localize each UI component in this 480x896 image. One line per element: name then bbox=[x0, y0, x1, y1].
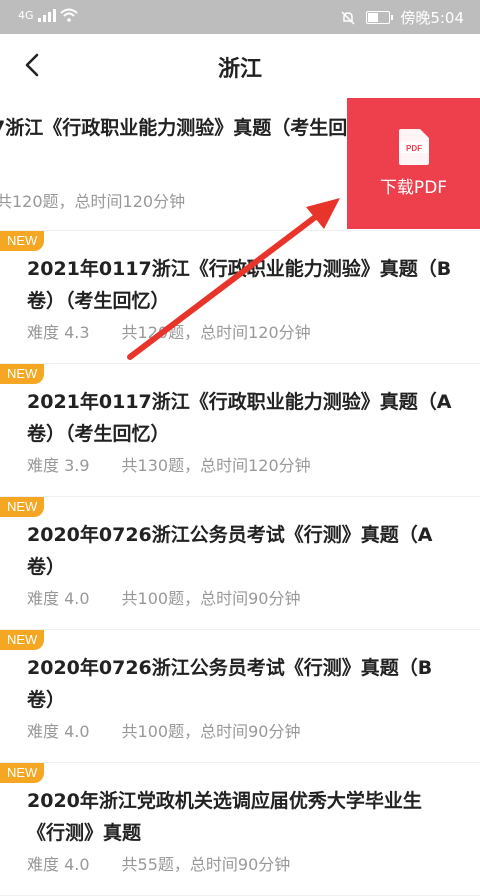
exam-difficulty: 难度 4.0 bbox=[27, 855, 90, 874]
exam-title: 2021年0117浙江《行政职业能力测验》真题（A卷）（考生回忆） bbox=[27, 391, 452, 445]
exam-meta: 共120题，总时间120分钟 bbox=[0, 188, 185, 212]
exam-difficulty: 难度 4.0 bbox=[27, 589, 90, 608]
download-pdf-button[interactable]: PDF 下载PDF bbox=[347, 98, 480, 229]
new-badge: NEW bbox=[0, 763, 45, 783]
wifi-icon bbox=[59, 8, 78, 22]
network-type: 4G bbox=[18, 8, 34, 22]
exam-difficulty: 难度 4.0 bbox=[27, 722, 90, 741]
status-right: 傍晚5:04 bbox=[340, 7, 464, 28]
mute-icon bbox=[341, 10, 355, 25]
exam-title: 2020年0726浙江公务员考试《行测》真题（A卷） bbox=[27, 524, 433, 578]
exam-count: 共100题，总时间90分钟 bbox=[121, 589, 301, 608]
exam-meta: 难度 4.0 共100题，总时间90分钟 bbox=[27, 718, 300, 742]
new-badge: NEW bbox=[0, 630, 45, 650]
exam-difficulty: 难度 4.3 bbox=[27, 323, 90, 342]
list-item[interactable]: NEW 2020年浙江党政机关选调应届优秀大学毕业生《行测》真题 难度 4.0 … bbox=[0, 763, 480, 896]
nav-bar: 浙江 bbox=[0, 34, 480, 98]
exam-meta: 难度 4.0 共100题，总时间90分钟 bbox=[27, 585, 300, 609]
list-item[interactable]: NEW 2020年0726浙江公务员考试《行测》真题（A卷） 难度 4.0 共1… bbox=[0, 497, 480, 630]
svg-text:PDF: PDF bbox=[406, 144, 422, 153]
exam-meta: 难度 3.9 共130题，总时间120分钟 bbox=[27, 452, 311, 476]
list-item[interactable]: NEW 2021年0117浙江《行政职业能力测验》真题（A卷）（考生回忆） 难度… bbox=[0, 364, 480, 497]
exam-meta: 难度 4.3 共120题，总时间120分钟 bbox=[27, 319, 311, 343]
exam-list: 7浙江《行政职业能力测验》真题（考生回忆） 共120题，总时间120分钟 PDF… bbox=[0, 98, 480, 896]
exam-count: 共120题，总时间120分钟 bbox=[0, 192, 186, 211]
exam-meta: 难度 4.0 共55题，总时间90分钟 bbox=[27, 851, 290, 875]
exam-title: 2021年0117浙江《行政职业能力测验》真题（B卷）（考生回忆） bbox=[27, 258, 452, 312]
list-item[interactable]: NEW 2020年0726浙江公务员考试《行测》真题（B卷） 难度 4.0 共1… bbox=[0, 630, 480, 763]
exam-title: 2020年0726浙江公务员考试《行测》真题（B卷） bbox=[27, 657, 433, 711]
status-left: 4G bbox=[18, 8, 78, 22]
exam-difficulty: 难度 3.9 bbox=[27, 456, 90, 475]
page-title: 浙江 bbox=[217, 57, 262, 82]
list-item[interactable]: 7浙江《行政职业能力测验》真题（考生回忆） 共120题，总时间120分钟 PDF… bbox=[0, 98, 480, 231]
exam-count: 共130题，总时间120分钟 bbox=[121, 456, 311, 475]
exam-count: 共100题，总时间90分钟 bbox=[121, 722, 301, 741]
status-time: 傍晚5:04 bbox=[400, 9, 464, 27]
exam-title: 2020年浙江党政机关选调应届优秀大学毕业生《行测》真题 bbox=[27, 790, 422, 844]
list-item[interactable]: NEW 2021年0117浙江《行政职业能力测验》真题（B卷）（考生回忆） 难度… bbox=[0, 231, 480, 364]
signal-icon bbox=[37, 8, 56, 22]
new-badge: NEW bbox=[0, 497, 45, 517]
battery-icon bbox=[366, 11, 394, 24]
new-badge: NEW bbox=[0, 364, 45, 384]
download-pdf-label: 下载PDF bbox=[379, 178, 448, 198]
exam-count: 共120题，总时间120分钟 bbox=[121, 323, 311, 342]
status-bar: 4G 傍晚5:04 bbox=[0, 0, 480, 34]
pdf-file-icon: PDF bbox=[398, 129, 429, 165]
new-badge: NEW bbox=[0, 231, 45, 251]
exam-count: 共55题，总时间90分钟 bbox=[121, 855, 291, 874]
